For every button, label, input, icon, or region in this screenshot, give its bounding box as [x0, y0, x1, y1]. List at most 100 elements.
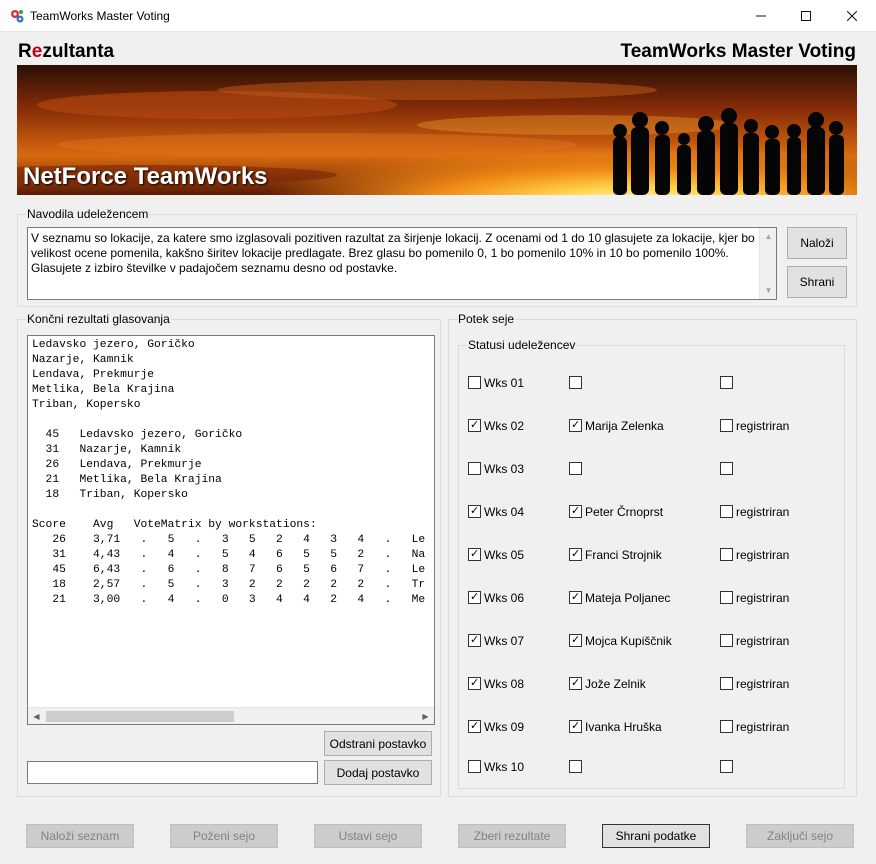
participant-row: Wks 10	[459, 759, 839, 775]
window-client-area: Rezultanta TeamWorks Master Voting NetFo…	[0, 32, 876, 864]
registration-label: registriran	[736, 548, 790, 562]
remove-item-button[interactable]: Odstrani postavko	[324, 731, 432, 756]
participant-checkbox[interactable]	[569, 376, 582, 389]
registration-label: registriran	[736, 505, 790, 519]
window-title: TeamWorks Master Voting	[30, 9, 170, 23]
participant-row: ✓ Wks 05 ✓ Franci Strojnik registriran	[459, 547, 839, 563]
participant-status-group: Statusi udeležencev Wks 01 ✓ Wks 02 ✓ Marija…	[458, 338, 845, 789]
brand-letter-e: e	[31, 41, 43, 62]
minimize-button[interactable]	[738, 0, 784, 31]
participant-checkbox[interactable]: ✓	[569, 677, 582, 690]
registration-checkbox[interactable]	[720, 591, 733, 604]
results-group: Končni rezultati glasovanja Ledavsko jez…	[17, 312, 441, 797]
workstation-label: Wks 04	[484, 505, 525, 519]
collect-results-button[interactable]: Zberi rezultate	[458, 824, 566, 848]
workstation-label: Wks 01	[484, 376, 525, 390]
participant-checkbox[interactable]: ✓	[569, 505, 582, 518]
instructions-group: Navodila udeležencem V seznamu so lokaci…	[17, 207, 857, 307]
results-label: Končni rezultati glasovanja	[26, 312, 171, 326]
results-horizontal-scrollbar[interactable]: ◀ ▶	[28, 707, 434, 724]
scroll-thumb[interactable]	[46, 711, 234, 722]
workstation-label: Wks 09	[484, 720, 525, 734]
registration-checkbox[interactable]	[720, 376, 733, 389]
participant-checkbox[interactable]: ✓	[569, 591, 582, 604]
registration-checkbox[interactable]	[720, 720, 733, 733]
scroll-right-icon[interactable]: ▶	[417, 708, 434, 724]
maximize-icon	[801, 10, 811, 21]
participant-row: ✓ Wks 09 ✓ Ivanka Hruška registriran	[459, 719, 839, 735]
close-session-button[interactable]: Zaključi sejo	[746, 824, 854, 848]
stop-session-button[interactable]: Ustavi sejo	[314, 824, 422, 848]
close-button[interactable]	[829, 0, 875, 31]
app-gear-icon	[11, 10, 24, 23]
participant-label: Mateja Poljanec	[585, 591, 671, 605]
participant-checkbox[interactable]: ✓	[569, 419, 582, 432]
close-icon	[847, 10, 857, 21]
workstation-checkbox[interactable]: ✓	[468, 677, 481, 690]
session-label: Potek seje	[457, 312, 516, 326]
registration-checkbox[interactable]	[720, 760, 733, 773]
brand-rest: zultanta	[42, 41, 115, 62]
checkmark-icon: ✓	[470, 419, 480, 431]
participant-checkbox[interactable]: ✓	[569, 720, 582, 733]
save-data-button[interactable]: Shrani podatke	[602, 824, 710, 848]
registration-checkbox[interactable]	[720, 419, 733, 432]
participant-status-label: Statusi udeležencev	[467, 338, 577, 352]
checkmark-icon: ✓	[470, 634, 480, 646]
workstation-checkbox[interactable]	[468, 462, 481, 475]
maximize-button[interactable]	[783, 0, 829, 31]
workstation-checkbox[interactable]: ✓	[468, 634, 481, 647]
participant-checkbox[interactable]	[569, 462, 582, 475]
participant-row: ✓ Wks 07 ✓ Mojca Kupiščnik registriran	[459, 633, 839, 649]
people-silhouettes	[613, 108, 844, 195]
participant-row: Wks 01	[459, 375, 839, 391]
registration-checkbox[interactable]	[720, 634, 733, 647]
registration-checkbox[interactable]	[720, 505, 733, 518]
registration-label: registriran	[736, 419, 790, 433]
participant-checkbox[interactable]: ✓	[569, 548, 582, 561]
participant-checkbox[interactable]	[569, 760, 582, 773]
workstation-label: Wks 02	[484, 419, 525, 433]
checkmark-icon: ✓	[571, 548, 581, 560]
workstation-checkbox[interactable]	[468, 376, 481, 389]
workstation-checkbox[interactable]: ✓	[468, 419, 481, 432]
participant-label: Peter Črnoprst	[585, 505, 664, 519]
new-item-input[interactable]	[27, 761, 318, 784]
instructions-text: V seznamu so lokacije, za katere smo izg…	[31, 231, 755, 275]
participant-checkbox[interactable]: ✓	[569, 634, 582, 647]
workstation-label: Wks 03	[484, 462, 525, 476]
checkmark-icon: ✓	[571, 591, 581, 603]
load-list-button[interactable]: Naloži seznam	[26, 824, 134, 848]
checkmark-icon: ✓	[571, 634, 581, 646]
workstation-checkbox[interactable]: ✓	[468, 591, 481, 604]
registration-checkbox[interactable]	[720, 548, 733, 561]
netforce-logo: NetForce TeamWorks	[23, 163, 268, 190]
checkmark-icon: ✓	[571, 720, 581, 732]
participant-label: Franci Strojnik	[585, 548, 662, 562]
instructions-textarea[interactable]: V seznamu so lokacije, za katere smo izg…	[27, 227, 777, 300]
checkmark-icon: ✓	[571, 677, 581, 689]
workstation-label: Wks 05	[484, 548, 525, 562]
brand-title: Rezultanta	[18, 41, 114, 63]
scroll-left-icon[interactable]: ◀	[28, 708, 45, 724]
checkmark-icon: ✓	[571, 505, 581, 517]
minimize-icon	[756, 15, 766, 16]
workstation-checkbox[interactable]: ✓	[468, 548, 481, 561]
registration-checkbox[interactable]	[720, 677, 733, 690]
checkmark-icon: ✓	[470, 505, 480, 517]
workstation-checkbox[interactable]: ✓	[468, 505, 481, 518]
save-instructions-button[interactable]: Shrani	[787, 266, 847, 298]
checkmark-icon: ✓	[470, 548, 480, 560]
workstation-checkbox[interactable]	[468, 760, 481, 773]
load-instructions-button[interactable]: Naloži	[787, 227, 847, 259]
start-session-button[interactable]: Poženi sejo	[170, 824, 278, 848]
workstation-checkbox[interactable]: ✓	[468, 720, 481, 733]
checkmark-icon: ✓	[470, 720, 480, 732]
add-item-button[interactable]: Dodaj postavko	[324, 760, 432, 785]
participant-row: ✓ Wks 04 ✓ Peter Črnoprst registriran	[459, 504, 839, 520]
results-textbox[interactable]: Ledavsko jezero, Goričko Nazarje, Kamnik…	[27, 335, 435, 725]
scroll-up-icon[interactable]: ▲	[760, 228, 776, 245]
registration-checkbox[interactable]	[720, 462, 733, 475]
scroll-down-icon[interactable]: ▼	[760, 282, 776, 299]
instructions-scrollbar[interactable]: ▲ ▼	[759, 228, 776, 299]
